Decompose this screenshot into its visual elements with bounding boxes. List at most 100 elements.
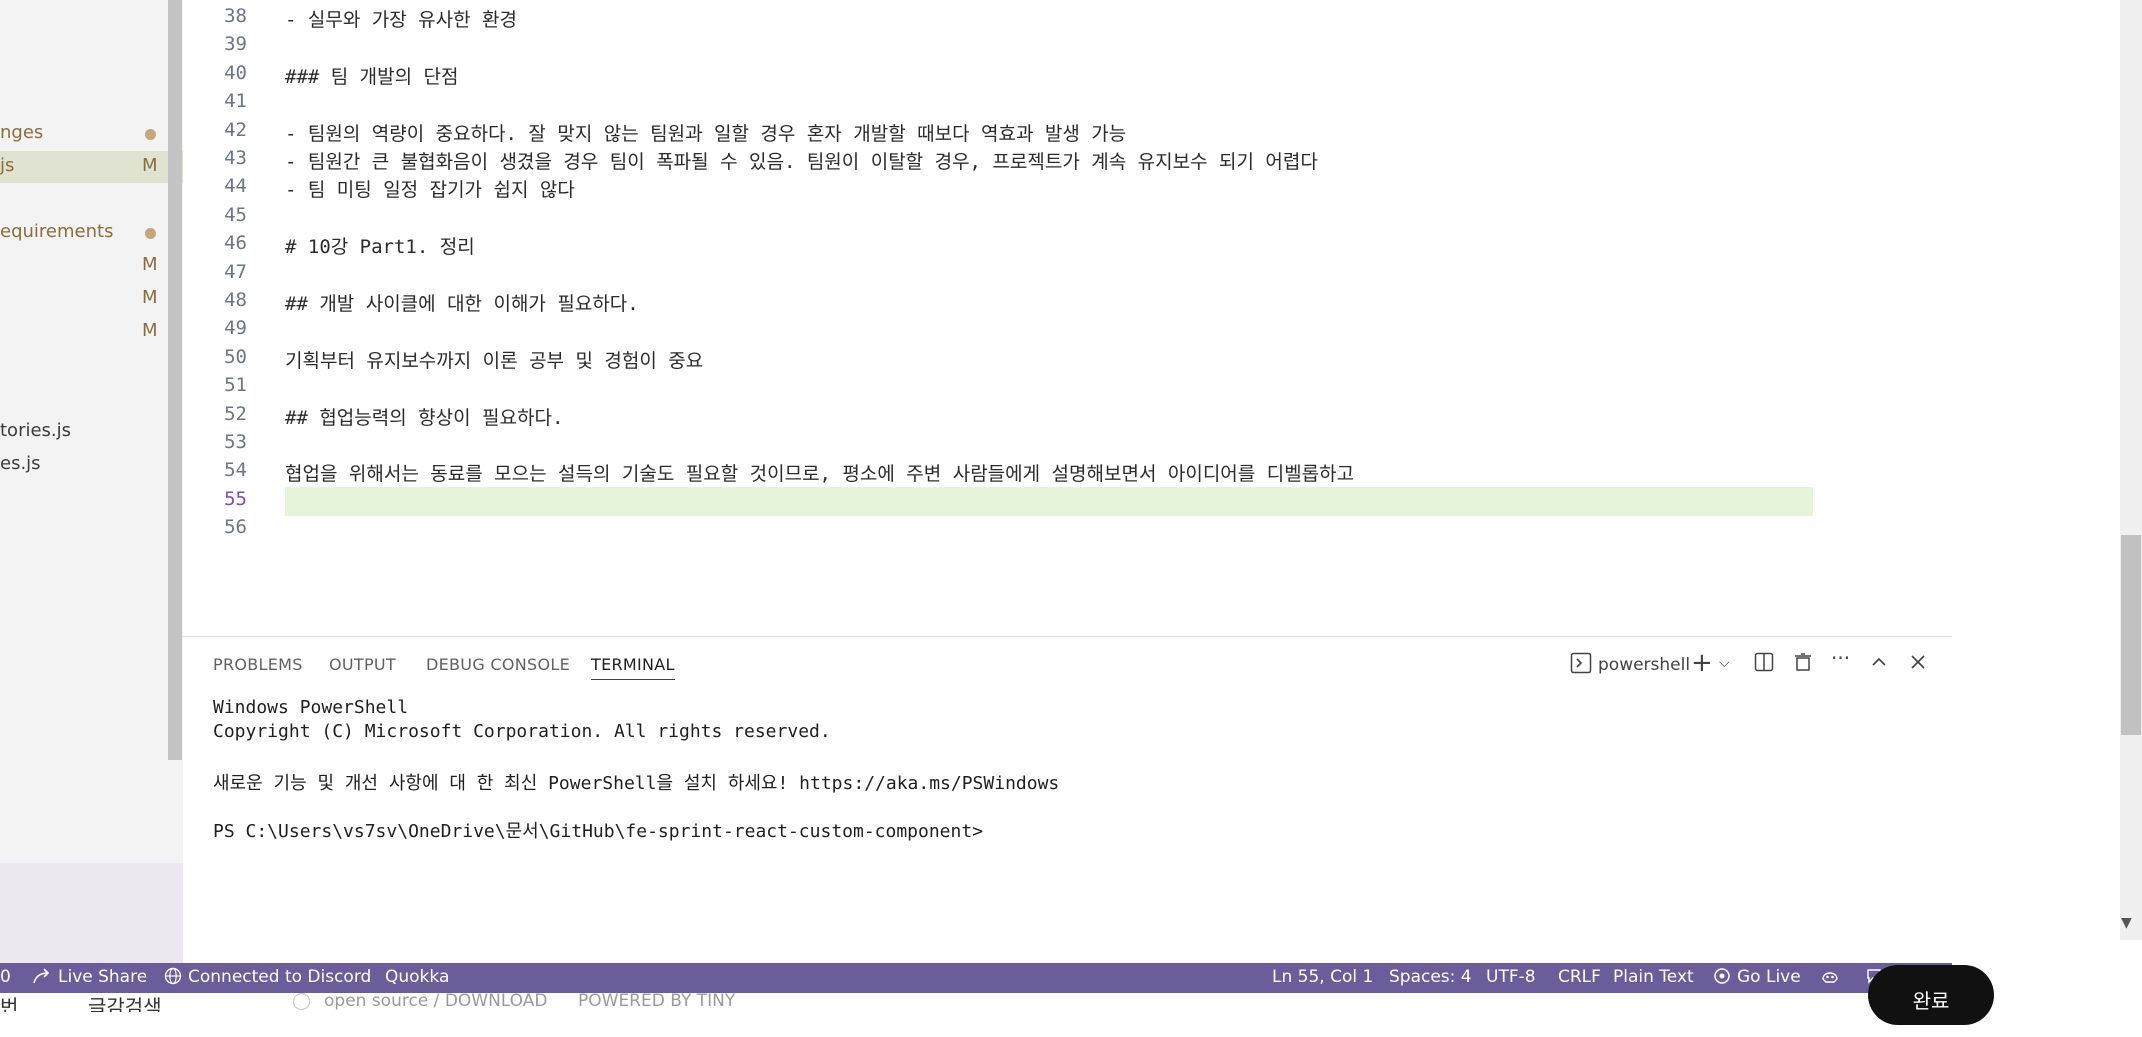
quokka-button[interactable]: Quokka — [385, 967, 449, 987]
strip-fragment: 번 — [0, 995, 19, 1012]
explorer-item[interactable]: M — [0, 283, 183, 315]
line-text: # 10강 Part1. 정리 — [285, 236, 475, 259]
indentation-setting[interactable]: Spaces: 4 — [1389, 967, 1472, 987]
editor-line[interactable]: 49 — [183, 315, 1943, 343]
editor-line[interactable]: 44 - 팀 미팅 일정 잡기가 쉽지 않다 — [183, 173, 1943, 201]
explorer-item[interactable]: js M — [0, 151, 183, 183]
line-number: 53 — [224, 431, 247, 453]
editor-line[interactable]: 39 — [183, 31, 1943, 59]
editor-line[interactable]: 40 ### 팀 개발의 단점 — [183, 60, 1943, 88]
modified-dot-icon — [145, 228, 156, 239]
line-number: 39 — [224, 33, 247, 56]
line-text: - 팀 미팅 일정 잡기가 쉽지 않다 — [285, 179, 575, 202]
line-number: 45 — [224, 203, 247, 226]
circle-icon: ◯ — [292, 993, 312, 1011]
explorer-item-label: tories.js — [0, 420, 72, 441]
editor-line[interactable]: 50 기획부터 유지보수까지 이론 공부 및 경험이 중요 — [183, 344, 1943, 372]
explorer-item[interactable]: M — [0, 316, 183, 348]
git-status-badge: M — [142, 320, 158, 341]
bottom-panel: PROBLEMS OUTPUT DEBUG CONSOLE TERMINAL p… — [183, 636, 1952, 964]
page-scrollbar-thumb[interactable] — [2121, 535, 2141, 735]
more-actions-icon[interactable]: ··· — [1831, 646, 1850, 670]
editor-line[interactable]: 55 — [183, 486, 1943, 514]
editor-line[interactable]: 45 — [183, 202, 1943, 230]
line-number: 47 — [224, 260, 247, 283]
editor-line[interactable]: 52 ## 협업능력의 향상이 필요하다. — [183, 401, 1943, 429]
cursor-position[interactable]: Ln 55, Col 1 — [1272, 967, 1373, 987]
line-number: 42 — [224, 118, 247, 141]
eol-setting[interactable]: CRLF — [1558, 967, 1601, 987]
live-share-icon — [32, 967, 52, 990]
line-number: 54 — [224, 459, 247, 482]
terminal-line: Copyright (C) Microsoft Corporation. All… — [213, 721, 831, 742]
go-live-button[interactable]: Go Live — [1737, 967, 1801, 987]
explorer-item-label: equirements — [0, 221, 114, 242]
go-live-icon — [1713, 967, 1731, 990]
editor-line[interactable]: 56 — [183, 514, 1943, 542]
tab-terminal[interactable]: TERMINAL — [591, 655, 675, 680]
code-editor[interactable]: 38 - 실무와 가장 유사한 환경 39 40 ### 팀 개발의 단점 41 42 - 팀… — [183, 0, 1952, 636]
editor-line[interactable]: 43 - 팀원간 큰 불협화음이 생겼을 경우 팀이 폭파될 수 있음. 팀원이 … — [183, 145, 1943, 173]
editor-line[interactable]: 42 - 팀원의 역량이 중요하다. 잘 맞지 않는 팀원과 일할 경우 혼자 개… — [183, 117, 1943, 145]
terminal-prompt[interactable]: PS C:\Users\vs7sv\OneDrive\문서\GitHub\fe-… — [213, 817, 983, 843]
editor-line[interactable]: 38 - 실무와 가장 유사한 환경 — [183, 3, 1943, 31]
editor-line[interactable]: 48 ## 개발 사이클에 대한 이해가 필요하다. — [183, 287, 1943, 315]
terminal-shell-name[interactable]: powershell — [1598, 655, 1690, 675]
line-number: 44 — [224, 175, 247, 198]
explorer-item[interactable]: equirements — [0, 217, 183, 249]
line-text: - 팀원간 큰 불협화음이 생겼을 경우 팀이 폭파될 수 있음. 팀원이 이탈… — [285, 151, 1318, 173]
editor-line[interactable]: 51 — [183, 372, 1943, 400]
explorer-item[interactable]: nges — [0, 118, 183, 150]
done-button[interactable]: 완료 — [1868, 965, 1994, 1025]
editor-line[interactable]: 46 # 10강 Part1. 정리 — [183, 230, 1943, 258]
editor-line[interactable]: 54 협업을 위해서는 동료를 모으는 설득의 기술도 필요할 것이므로, 평소에… — [183, 457, 1943, 485]
close-panel-icon[interactable] — [1909, 652, 1927, 676]
trash-icon[interactable] — [1793, 652, 1813, 677]
live-share-button[interactable]: Live Share — [58, 967, 147, 987]
encoding-setting[interactable]: UTF-8 — [1486, 967, 1536, 987]
line-text: 협업을 위해서는 동료를 모으는 설득의 기술도 필요할 것이므로, 평소에 주… — [285, 463, 1355, 486]
explorer-sidebar: nges js Mequirements M M Mtories.js es.js — [0, 0, 183, 963]
status-left-fragment[interactable]: 0 — [0, 967, 11, 987]
page-scrollbar-track[interactable] — [2120, 0, 2142, 940]
modified-dot-icon — [145, 129, 156, 140]
strip-open-source[interactable]: open source / DOWNLOAD — [324, 993, 547, 1011]
sidebar-scrollbar[interactable] — [168, 0, 182, 760]
strip-search-link[interactable]: 글감검색 — [88, 993, 162, 1012]
editor-line[interactable]: 53 — [183, 429, 1943, 457]
line-number: 49 — [224, 317, 247, 340]
scroll-down-arrow-icon[interactable]: ▼ — [2121, 915, 2132, 931]
line-number: 48 — [224, 289, 247, 311]
terminal-shell-icon — [1570, 652, 1592, 679]
editor-line[interactable]: 41 — [183, 88, 1943, 116]
git-status-badge: M — [142, 254, 158, 275]
new-terminal-plus-icon[interactable]: + — [1691, 648, 1713, 678]
line-text: ## 개발 사이클에 대한 이해가 필요하다. — [285, 293, 639, 315]
git-status-badge: M — [142, 155, 158, 176]
tab-output[interactable]: OUTPUT — [329, 655, 396, 674]
explorer-item[interactable]: tories.js — [0, 416, 183, 448]
line-number: 52 — [224, 402, 247, 425]
line-number: 50 — [224, 345, 247, 368]
line-number: 56 — [224, 516, 247, 539]
tab-debug-console[interactable]: DEBUG CONSOLE — [426, 655, 570, 674]
language-mode[interactable]: Plain Text — [1613, 967, 1694, 987]
discord-status[interactable]: Connected to Discord — [188, 967, 371, 987]
strip-powered-by: POWERED BY TINY — [578, 993, 736, 1011]
line-number: 38 — [224, 5, 247, 27]
explorer-item-label: js — [0, 155, 15, 176]
chevron-down-icon[interactable]: ⌵ — [1719, 655, 1730, 671]
git-status-badge: M — [142, 287, 158, 308]
split-terminal-icon[interactable] — [1754, 652, 1774, 677]
tab-problems[interactable]: PROBLEMS — [213, 655, 303, 674]
explorer-item[interactable]: M — [0, 250, 183, 282]
line-text: ## 협업능력의 향상이 필요하다. — [285, 406, 564, 429]
line-text: - 팀원의 역량이 중요하다. 잘 맞지 않는 팀원과 일할 경우 혼자 개발할… — [285, 122, 1127, 145]
line-text: 기획부터 유지보수까지 이론 공부 및 경험이 중요 — [285, 349, 704, 372]
copilot-icon[interactable] — [1820, 967, 1840, 990]
maximize-panel-icon[interactable] — [1870, 652, 1888, 676]
explorer-item[interactable]: es.js — [0, 449, 183, 481]
editor-line[interactable]: 47 — [183, 259, 1943, 287]
globe-icon — [164, 967, 182, 990]
sidebar-bottom-area — [0, 863, 183, 963]
